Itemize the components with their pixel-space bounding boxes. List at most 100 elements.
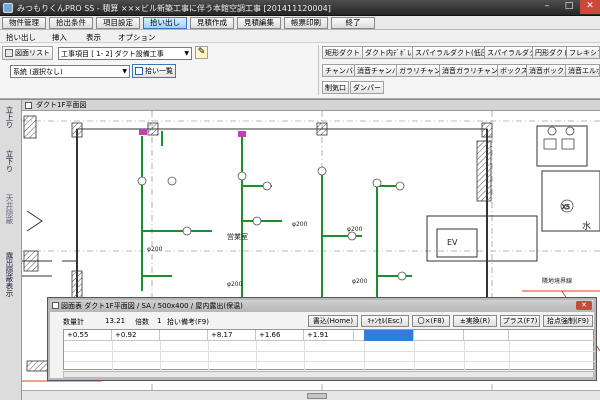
chevron-down-icon: ▼ — [122, 68, 127, 75]
menu-pickup-conditions[interactable]: 拾出条件 — [49, 17, 93, 29]
value-cell[interactable]: +8.17 — [208, 330, 256, 341]
flexible-duct-button[interactable]: フレキシブルダクト — [566, 46, 600, 59]
value-cell[interactable] — [160, 330, 208, 341]
value-cell[interactable]: +0.55 — [64, 330, 112, 341]
silencer-elbow-button[interactable]: 消音エルボ — [565, 64, 600, 77]
value-cell[interactable] — [464, 330, 509, 341]
grid-line — [414, 341, 415, 371]
riser-down-tab[interactable]: 立下り — [4, 150, 15, 173]
ev-label: EV — [447, 238, 458, 247]
factor-label: 倍数 — [135, 318, 149, 326]
qty-value: 13.21 — [105, 317, 126, 325]
menu-exit[interactable]: 終了 — [331, 17, 375, 29]
chevron-down-icon: ▼ — [184, 50, 189, 57]
dimension-label: φ200 — [147, 246, 163, 253]
walls — [22, 125, 600, 305]
scrollbar-thumb[interactable] — [307, 393, 327, 399]
tab-view[interactable]: 表示 — [86, 32, 101, 43]
grid-line — [64, 361, 595, 362]
dimension-label: φ200 — [347, 226, 363, 233]
grid-line — [208, 341, 209, 371]
note-label: 拾い備考(F9) — [167, 318, 209, 326]
duct-lines — [141, 131, 412, 301]
separator — [318, 45, 319, 95]
tab-pickup[interactable]: 拾い出し — [6, 32, 36, 43]
grid-line — [464, 341, 465, 371]
fixtures: X5 — [543, 126, 575, 213]
water-label: 水 — [582, 220, 591, 232]
toolbar: 図面リスト 工事項目 [ 1- 2] ダクト設備工事 ▼ ✎ 系統 (選択なし) ▼… — [0, 43, 600, 99]
force-pick-button[interactable]: 拾点強制(F9) — [543, 315, 593, 327]
menu-pickup[interactable]: 拾い出し — [143, 17, 187, 29]
toggle-button[interactable]: 〇×(F8) — [412, 315, 450, 327]
minimize-button[interactable]: – — [536, 0, 558, 14]
tab-options[interactable]: オプション — [118, 32, 156, 43]
menu-item-settings[interactable]: 項目設定 — [96, 17, 140, 29]
grid-line — [112, 341, 113, 371]
x5-label: X5 — [562, 204, 570, 211]
grid-line — [256, 341, 257, 371]
diffusers — [137, 166, 407, 281]
selected-cell[interactable] — [364, 330, 414, 341]
value-cell[interactable] — [414, 330, 464, 341]
qty-label: 数量計 — [63, 318, 84, 326]
menu-bar: 物件管理 拾出条件 項目設定 拾い出し 見積作成 見積編集 帳票印刷 終了 — [0, 16, 600, 30]
ceiling-concealed-tab[interactable]: 天井隠蔽 — [4, 194, 15, 224]
dialog-close-button[interactable]: ✕ — [576, 301, 592, 310]
close-button[interactable]: ✕ — [580, 0, 600, 14]
title-bar: みつもりくんPRO SS - 積算 ×××ビル新築工事に伴う本館空調工事 [20… — [0, 0, 600, 16]
factor-value: 1 — [157, 317, 162, 325]
drawing-list-button[interactable]: 図面リスト — [2, 46, 53, 60]
work-item-select[interactable]: 工事項目 [ 1- 2] ダクト設備工事 ▼ — [58, 47, 192, 60]
grid-line — [160, 341, 161, 371]
grid-line — [64, 351, 595, 352]
value-cell[interactable]: +1.66 — [256, 330, 304, 341]
adjacent-boundary-label: 隣地境界線 — [542, 277, 572, 285]
pencil-icon[interactable]: ✎ — [195, 46, 208, 59]
tab-insert[interactable]: 挿入 — [52, 32, 67, 43]
pickup-value-grid[interactable]: +0.55 +0.92 +8.17 +1.66 +1.91 — [63, 329, 595, 371]
grid-line — [509, 341, 510, 371]
write-button[interactable]: 書込(Home) — [308, 315, 358, 327]
duct-inner-button[interactable]: ダクト内ﾃﾞﾎﾞい — [362, 46, 417, 59]
maximize-button[interactable]: □ — [558, 0, 580, 14]
table-icon — [52, 302, 59, 309]
damper-button[interactable]: ダンパー — [350, 81, 384, 94]
plus-button[interactable]: プラス(F7) — [500, 315, 540, 327]
window-title: みつもりくんPRO SS - 積算 ×××ビル新築工事に伴う本館空調工事 [20… — [17, 4, 331, 13]
list-icon — [5, 49, 13, 57]
menu-project-management[interactable]: 物件管理 — [2, 17, 46, 29]
value-cell[interactable]: +0.92 — [112, 330, 160, 341]
app-icon — [3, 3, 13, 13]
room-label: 営業室 — [227, 232, 248, 241]
spiral-duct-low-button[interactable]: スパイラルダクト(低圧) — [412, 46, 494, 59]
dimension-label: φ200 — [352, 278, 368, 285]
dimension-label: φ200 — [227, 281, 243, 288]
horizontal-scrollbar[interactable] — [22, 390, 600, 400]
riser-up-tab[interactable]: 立上り — [4, 106, 15, 129]
value-cell[interactable]: +1.91 — [304, 330, 354, 341]
system-select[interactable]: 系統 (選択なし) ▼ — [10, 65, 130, 78]
table-row[interactable]: +0.55 +0.92 +8.17 +1.66 +1.91 — [64, 330, 595, 341]
menu-estimate-create[interactable]: 見積作成 — [190, 17, 234, 29]
checklist-icon — [135, 67, 143, 75]
cancel-button[interactable]: ｷｬﾝｾﾙ(Esc) — [361, 315, 409, 327]
air-outlet-button[interactable]: 制気口 — [322, 81, 349, 94]
pickup-dialog: 図面表 ダクト1F平面図 / SA / 500x400 / 屋内露出(保温) ✕… — [48, 298, 596, 380]
menu-report-print[interactable]: 帳票印刷 — [284, 17, 328, 29]
drawing-window-title: ダクト1F平面図 — [22, 100, 600, 111]
ribbon-tabs: 拾い出し 挿入 表示 オプション — [0, 30, 600, 43]
drawing-labels: 営業室 EV 水 φ200 φ200 φ200 φ200 φ200 隣地境界線 — [147, 220, 591, 288]
dimension-label: φ200 — [292, 221, 308, 228]
dialog-scrollbar[interactable] — [63, 371, 594, 378]
menu-estimate-edit[interactable]: 見積編集 — [237, 17, 281, 29]
value-cell[interactable] — [509, 330, 595, 341]
rect-duct-button[interactable]: 矩形ダクト — [322, 46, 363, 59]
exposed-concealed-display-tab[interactable]: 露出隠蔽表示 — [4, 252, 15, 297]
dialog-title: 図面表 ダクト1F平面図 / SA / 500x400 / 屋内露出(保温) — [50, 300, 594, 312]
pick-list-button[interactable]: 拾い一覧 — [132, 64, 176, 78]
replace-button[interactable]: ±実換(R) — [453, 315, 497, 327]
grid-line — [304, 341, 305, 371]
document-icon — [25, 102, 32, 109]
left-side-panel: 立上り 立下り 天井隠蔽 露出隠蔽表示 — [0, 100, 22, 400]
